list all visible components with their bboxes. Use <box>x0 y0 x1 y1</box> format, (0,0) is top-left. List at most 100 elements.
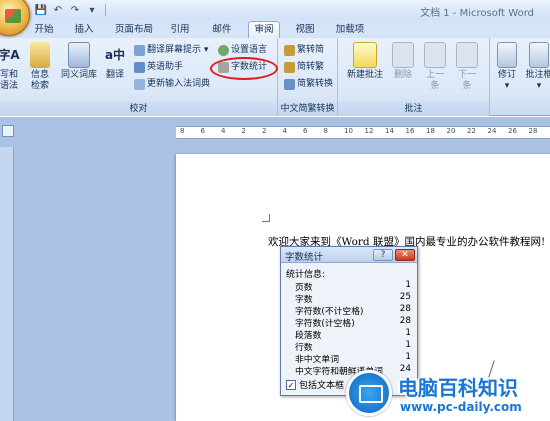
tracking-group: 修订 ▾ 批注框 ▾ <box>490 38 550 116</box>
simp-to-trad-icon <box>284 62 295 73</box>
title-bar: 💾 ↶ ↷ ▾ 文档 1 - Microsoft Word <box>0 0 550 20</box>
margin-crop-mark <box>262 214 270 222</box>
translate-tip-button[interactable]: 翻译屏幕提示 ▾ <box>134 44 208 57</box>
close-button[interactable]: ✕ <box>395 249 415 261</box>
new-comment-label: 新建批注 <box>346 70 383 80</box>
undo-icon[interactable]: ↶ <box>51 3 65 17</box>
proofing-group-label: 校对 <box>0 102 277 116</box>
tab-mailings[interactable]: 邮件 <box>208 22 236 38</box>
spelling-grammar-button[interactable]: 字A 写和 语法 <box>0 42 22 92</box>
track-changes-icon <box>497 42 517 68</box>
stat-value: 1 <box>405 340 411 350</box>
statistics-heading: 统计信息: <box>286 270 326 280</box>
ruler-tick-label: 8 <box>323 127 328 135</box>
include-textboxes-label: 包括文本框 <box>299 381 345 391</box>
quick-access-toolbar: 💾 ↶ ↷ ▾ <box>34 3 109 17</box>
include-textboxes-checkbox[interactable]: ✓ <box>286 379 296 390</box>
spelling-label-a: 写和 <box>0 70 18 80</box>
english-helper-button[interactable]: 英语助手 <box>134 61 183 74</box>
delete-comment-button[interactable]: 删除 <box>388 42 418 81</box>
ribbon: 字A 写和 语法 信息 检索 同义词库 a中 翻译 翻译屏幕提示 ▾ 英语助手 … <box>0 38 550 116</box>
simp-to-trad-button[interactable]: 简转繁 <box>284 61 324 74</box>
tab-page-layout[interactable]: 页面布局 <box>110 22 158 38</box>
set-language-button[interactable]: 设置语言 <box>218 44 267 57</box>
ruler-tick-label: 2 <box>241 127 246 135</box>
spelling-icon: 字A <box>0 47 20 62</box>
english-helper-label: 英语助手 <box>147 62 184 72</box>
balloons-icon <box>529 42 549 68</box>
stat-value: 25 <box>399 292 411 302</box>
next-label-b: 条 <box>462 81 472 91</box>
ruler-tick-label: 6 <box>303 127 308 135</box>
research-label-a: 信息 <box>30 70 49 80</box>
ruler-tick-label: 18 <box>426 127 435 135</box>
delete-comment-label: 删除 <box>393 70 412 80</box>
comments-group-label: 批注 <box>338 102 489 116</box>
tab-insert[interactable]: 插入 <box>70 22 98 38</box>
stat-row: 字数 25 <box>295 292 413 305</box>
customize-qat-icon[interactable]: ▾ <box>85 3 99 17</box>
track-changes-button[interactable]: 修订 ▾ <box>494 42 520 92</box>
chinese-conversion-group: 繁转简 简转繁 简繁转换 中文简繁转换 <box>278 38 338 116</box>
stat-value: 28 <box>399 304 411 314</box>
new-comment-icon <box>353 42 377 68</box>
trad-to-simp-button[interactable]: 繁转简 <box>284 44 324 57</box>
tab-selector[interactable] <box>2 125 14 137</box>
redo-icon[interactable]: ↷ <box>68 3 82 17</box>
conversion-icon <box>284 79 295 90</box>
conversion-button[interactable]: 简繁转换 <box>284 78 333 91</box>
save-icon[interactable]: 💾 <box>34 3 48 17</box>
ruler-tick-label: 10 <box>344 127 353 135</box>
thesaurus-label: 同义词库 <box>60 70 97 80</box>
ruler-tick-label: 14 <box>385 127 394 135</box>
stat-value: 28 <box>399 316 411 326</box>
stat-row: 字符数(不计空格) 28 <box>295 304 413 317</box>
translate-button[interactable]: a中 翻译 <box>100 42 130 81</box>
horizontal-ruler[interactable]: 8 6 4 2 2 4 6 8 10 12 14 16 18 20 22 24 26 28 <box>176 126 550 139</box>
separator <box>105 4 106 16</box>
previous-label-b: 条 <box>430 81 440 91</box>
tab-references[interactable]: 引用 <box>166 22 194 38</box>
research-icon <box>30 42 50 68</box>
tab-home[interactable]: 开始 <box>30 22 58 38</box>
research-button[interactable]: 信息 检索 <box>26 42 54 92</box>
track-changes-label: 修订 <box>497 70 516 80</box>
new-comment-button[interactable]: 新建批注 <box>342 42 388 81</box>
ribbon-tabs: 开始 插入 页面布局 引用 邮件 审阅 视图 加载项 <box>0 20 550 39</box>
update-ime-button[interactable]: 更新输入法词典 <box>134 78 210 91</box>
tab-view[interactable]: 视图 <box>292 22 318 38</box>
ruler-tick-label: 6 <box>200 127 205 135</box>
simp-to-trad-label: 简转繁 <box>297 62 325 72</box>
stat-value: 1 <box>405 328 411 338</box>
translate-tip-label: 翻译屏幕提示 ▾ <box>147 45 209 55</box>
translate-icon: a中 <box>104 47 126 62</box>
ruler-tick-label: 8 <box>180 127 185 135</box>
ruler-tick-label: 4 <box>221 127 226 135</box>
trad-to-simp-label: 繁转简 <box>297 45 325 55</box>
watermark-url: www.pc-daily.com <box>400 400 522 414</box>
balloons-button[interactable]: 批注框 ▾ <box>524 42 550 92</box>
track-changes-arrow: ▾ <box>504 81 510 91</box>
chinese-conversion-group-label: 中文简繁转换 <box>278 102 337 116</box>
ruler-tick-label: 20 <box>446 127 456 135</box>
help-button[interactable]: ? <box>373 249 393 261</box>
tab-addins[interactable]: 加载项 <box>332 22 368 38</box>
tab-review[interactable]: 审阅 <box>248 21 280 39</box>
thesaurus-button[interactable]: 同义词库 <box>58 42 100 81</box>
include-textboxes-option[interactable]: ✓ 包括文本框 <box>286 378 344 391</box>
stat-row: 段落数 1 <box>295 328 413 341</box>
dialog-title: 字数统计 <box>285 252 324 263</box>
research-label-b: 检索 <box>30 81 49 91</box>
ruler-tick-label: 4 <box>282 127 287 135</box>
previous-comment-button[interactable]: 上一 条 <box>420 42 450 92</box>
stat-row: 非中文单词 1 <box>295 352 413 365</box>
translate-label: 翻译 <box>105 70 124 80</box>
update-ime-icon <box>134 79 145 90</box>
ruler-tick-label: 12 <box>364 127 374 135</box>
stat-row: 行数 1 <box>295 340 413 353</box>
globe-icon <box>218 45 229 56</box>
next-comment-button[interactable]: 下一 条 <box>452 42 482 92</box>
dialog-title-bar[interactable]: 字数统计 ? ✕ <box>281 247 417 263</box>
trad-to-simp-icon <box>284 45 295 56</box>
stat-value: 1 <box>405 280 411 290</box>
